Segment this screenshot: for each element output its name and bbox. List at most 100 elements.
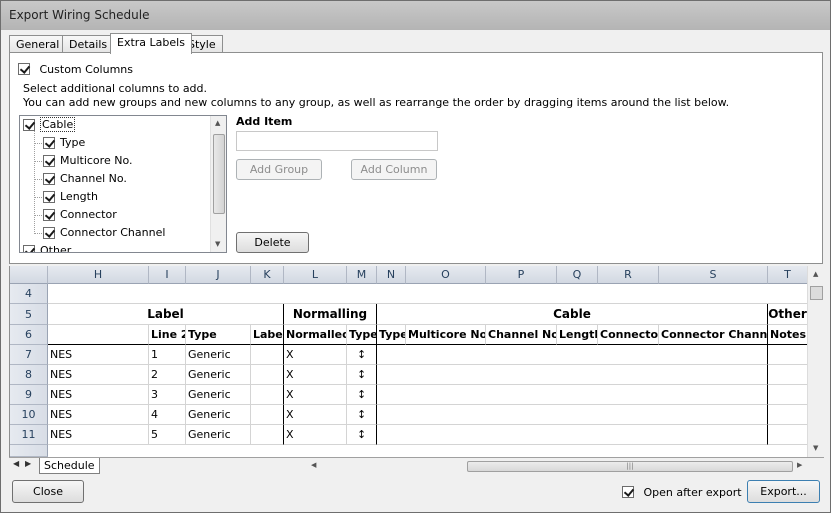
sub-header-cell: Type [347,325,377,345]
cell-empty[interactable] [768,425,808,445]
add-column-button[interactable]: Add Column [351,159,437,180]
cell-type[interactable]: Generic [186,345,251,365]
tree-item-multicore[interactable]: Multicore No. [43,153,132,169]
cell-empty[interactable] [251,425,284,445]
tree-item-length[interactable]: Length [43,189,98,205]
tree-item-channel[interactable]: Channel No. [43,171,127,187]
up-down-arrow-icon: ↕ [357,388,367,401]
sheet-row[interactable] [48,284,808,304]
cell-normalling-type[interactable]: ↕ [347,425,377,445]
sub-header-cell: Label [251,325,284,345]
cell-line2[interactable]: 1 [149,345,186,365]
tree-checkbox-multicore[interactable] [43,155,55,167]
row-header: 11 [10,425,48,445]
cell-empty[interactable] [377,365,768,385]
cell-line2[interactable]: 3 [149,385,186,405]
cell-normalling-type[interactable]: ↕ [347,385,377,405]
tree-checkbox-other[interactable] [23,245,35,252]
tree-item-other[interactable]: Other [23,243,71,252]
cell-line2[interactable]: 2 [149,365,186,385]
tree-item-label: Multicore No. [60,154,133,167]
tree-scrollbar[interactable]: ▲ ▼ [210,116,226,252]
scroll-up-icon[interactable]: ▲ [813,270,818,278]
sub-header-cell: Channel No. [486,325,557,345]
tab-details[interactable]: Details [62,35,115,53]
cell-normalled[interactable]: X [284,425,347,445]
tree-checkbox-connector-channel[interactable] [43,227,55,239]
sheet-horizontal-scrollbar[interactable]: ◀ ||| ▶ [305,460,805,473]
scroll-right-icon[interactable]: ▶ [797,461,802,469]
tree-checkbox-connector[interactable] [43,209,55,221]
cell-empty[interactable] [251,345,284,365]
cell-empty[interactable] [768,365,808,385]
scroll-left-icon[interactable]: ◀ [311,461,316,469]
cell-label[interactable]: NES [48,345,149,365]
tree-item-connector-channel[interactable]: Connector Channel [43,225,165,241]
cell-type[interactable]: Generic [186,365,251,385]
cell-normalling-type[interactable]: ↕ [347,365,377,385]
cell-line2[interactable]: 4 [149,405,186,425]
corner-header [10,266,48,284]
cell-empty[interactable] [377,425,768,445]
cell-normalling-type[interactable]: ↕ [347,345,377,365]
scroll-down-icon[interactable]: ▼ [215,240,220,248]
tree-item-type[interactable]: Type [43,135,85,151]
export-button[interactable]: Export... [747,480,820,503]
custom-columns-checkbox[interactable] [18,63,30,75]
cell-empty[interactable] [768,345,808,365]
column-header: H [48,266,149,284]
tree-item-connector[interactable]: Connector [43,207,117,223]
sub-header-cell: Multicore No. [406,325,486,345]
cell-label[interactable]: NES [48,405,149,425]
cell-empty[interactable] [251,365,284,385]
tree-item-cable[interactable]: Cable [23,117,76,133]
info-line-1: Select additional columns to add. [23,82,208,95]
cell-label[interactable]: NES [48,365,149,385]
add-item-input[interactable] [236,131,438,151]
sub-header-cell: Type [377,325,406,345]
cell-normalling-type[interactable]: ↕ [347,405,377,425]
column-header: J [186,266,251,284]
columns-tree[interactable]: Cable Type Multicore No. Channel No. Len… [19,115,227,253]
open-after-export-checkbox[interactable] [622,486,634,498]
sheet-vertical-scrollbar[interactable]: ▲ ▼ [807,266,824,457]
cell-type[interactable]: Generic [186,385,251,405]
cell-empty[interactable] [377,345,768,365]
cell-empty[interactable] [251,405,284,425]
tree-checkbox-channel[interactable] [43,173,55,185]
cell-normalled[interactable]: X [284,345,347,365]
tab-extra-labels[interactable]: Extra Labels [110,33,192,54]
sheet-prev-icon[interactable]: ◀ [13,459,19,468]
cell-empty[interactable] [768,405,808,425]
cell-line2[interactable]: 5 [149,425,186,445]
scroll-up-icon[interactable]: ▲ [215,119,220,127]
add-group-button[interactable]: Add Group [236,159,322,180]
sub-header-cell: Notes [768,325,808,345]
sheet-hscroll-thumb[interactable]: ||| [467,461,793,472]
sheet-tab-schedule[interactable]: Schedule [39,458,100,474]
tree-scroll-thumb[interactable] [213,134,225,214]
sheet-vscroll-thumb[interactable] [810,286,823,300]
group-header-other: Other [768,304,808,325]
cell-label[interactable]: NES [48,385,149,405]
cell-label[interactable]: NES [48,425,149,445]
sheet-next-icon[interactable]: ▶ [25,459,31,468]
cell-empty[interactable] [768,385,808,405]
cell-empty[interactable] [377,405,768,425]
close-button[interactable]: Close [12,480,84,503]
cell-type[interactable]: Generic [186,425,251,445]
tree-checkbox-type[interactable] [43,137,55,149]
cell-normalled[interactable]: X [284,385,347,405]
tree-checkbox-length[interactable] [43,191,55,203]
cell-normalled[interactable]: X [284,365,347,385]
tree-item-label: Channel No. [60,172,127,185]
cell-normalled[interactable]: X [284,405,347,425]
cell-empty[interactable] [377,385,768,405]
scroll-down-icon[interactable]: ▼ [813,444,818,452]
cell-empty[interactable] [251,385,284,405]
delete-button[interactable]: Delete [236,232,309,253]
cell-type[interactable]: Generic [186,405,251,425]
tab-general[interactable]: General [9,35,67,53]
tree-checkbox-cable[interactable] [23,119,35,131]
column-header: K [251,266,284,284]
